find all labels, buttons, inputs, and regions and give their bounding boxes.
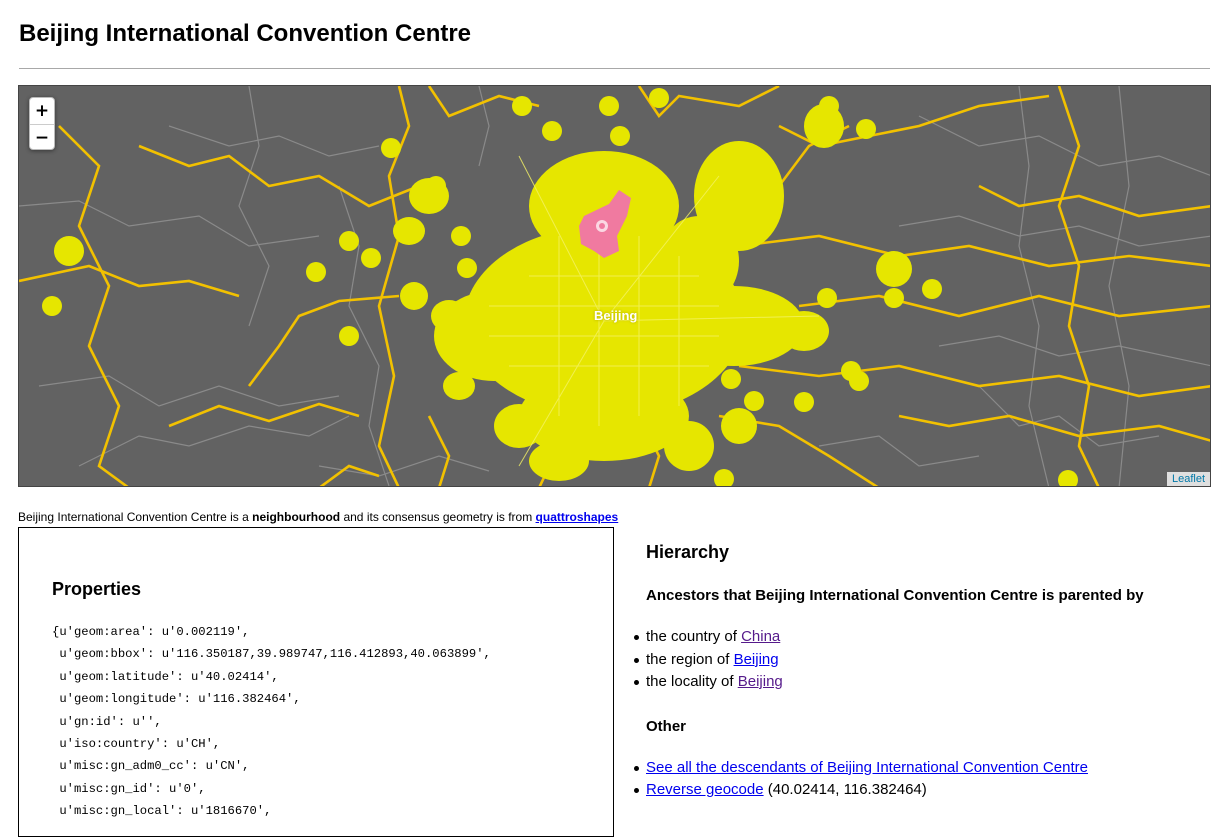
property-line: u'geom:latitude': u'40.02414', bbox=[52, 669, 279, 684]
other-heading: Other bbox=[646, 717, 687, 735]
property-line: u'misc:gn_id': u'0', bbox=[52, 781, 206, 796]
ancestor-prefix: the region of bbox=[646, 650, 734, 668]
other-item: See all the descendants of Beijing Inter… bbox=[634, 757, 1206, 780]
properties-panel: Properties {u'geom:area': u'0.002119', u… bbox=[18, 527, 614, 837]
ancestor-prefix: the locality of bbox=[646, 673, 738, 690]
summary-middle: and its consensus geometry is from bbox=[340, 510, 536, 524]
map[interactable]: Beijing + − Leaflet bbox=[18, 85, 1211, 487]
reverse-geocode-link[interactable]: Reverse geocode bbox=[646, 781, 764, 798]
summary-prefix: Beijing International Convention Centre … bbox=[18, 510, 253, 524]
map-city-label: Beijing bbox=[594, 308, 638, 323]
ancestor-link-region[interactable]: Beijing bbox=[734, 651, 779, 668]
properties-code: {u'geom:area': u'0.002119', u'geom:bbox'… bbox=[52, 621, 491, 823]
map-tiles bbox=[19, 86, 1210, 486]
zoom-control: + − bbox=[29, 97, 55, 150]
other-list: See all the descendants of Beijing Inter… bbox=[634, 757, 1206, 802]
property-line: u'geom:longitude': u'116.382464', bbox=[52, 692, 301, 707]
property-line: u'misc:gn_local': u'1816670', bbox=[52, 804, 272, 819]
ancestor-item: the region of Beijing bbox=[634, 649, 1206, 672]
other-item: Reverse geocode (40.02414, 116.382464) bbox=[634, 779, 1206, 802]
ancestor-link-locality[interactable]: Beijing bbox=[738, 673, 783, 690]
map-attribution-link[interactable]: Leaflet bbox=[1166, 472, 1210, 486]
property-line: u'gn:id': u'', bbox=[52, 714, 162, 729]
property-line: u'geom:bbox': u'116.350187,39.989747,116… bbox=[52, 647, 491, 662]
title-divider bbox=[19, 68, 1210, 69]
descendants-link[interactable]: See all the descendants of Beijing Inter… bbox=[646, 759, 1088, 776]
hierarchy-title: Hierarchy bbox=[646, 542, 730, 562]
zoom-out-button[interactable]: − bbox=[30, 124, 54, 149]
ancestor-prefix: the country of bbox=[646, 628, 742, 645]
page-title: Beijing International Convention Centre bbox=[19, 20, 472, 47]
ancestor-item: the country of China bbox=[634, 626, 1206, 649]
neighbourhood-shapes bbox=[42, 88, 1078, 486]
ancestors-list: the country of China the region of Beiji… bbox=[634, 626, 1206, 694]
property-line: {u'geom:area': u'0.002119', bbox=[52, 625, 250, 639]
ancestor-link-country[interactable]: China bbox=[741, 628, 780, 645]
property-line: u'misc:gn_adm0_cc': u'CN', bbox=[52, 759, 250, 774]
reverse-geocode-coords: (40.02414, 116.382464) bbox=[767, 781, 927, 798]
placetype-label: neighbourhood bbox=[252, 510, 341, 524]
source-link[interactable]: quattroshapes bbox=[536, 510, 619, 524]
placetype-summary: Beijing International Convention Centre … bbox=[18, 510, 618, 524]
zoom-in-button[interactable]: + bbox=[30, 98, 54, 124]
hierarchy-section: Hierarchy Ancestors that Beijing Interna… bbox=[634, 542, 1206, 802]
property-line: u'iso:country': u'CH', bbox=[52, 737, 221, 752]
ancestor-item: the locality of Beijing bbox=[634, 671, 1206, 694]
properties-title: Properties bbox=[52, 579, 142, 599]
ancestors-heading: Ancestors that Beijing International Con… bbox=[646, 587, 1144, 604]
